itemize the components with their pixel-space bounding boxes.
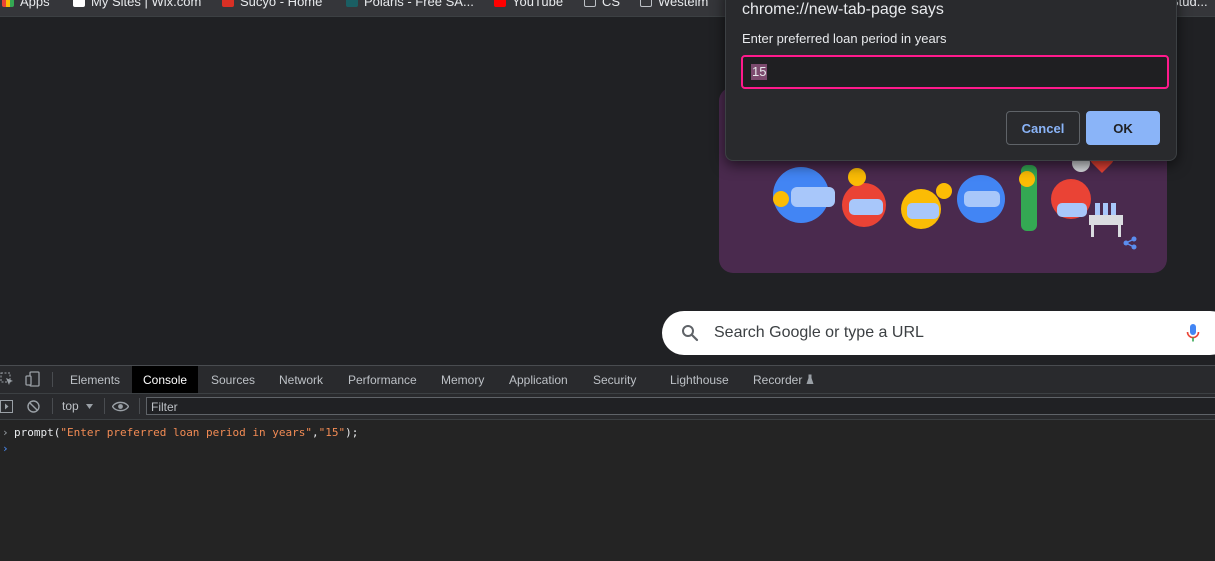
- bookmark-wix[interactable]: My Sites | Wix.com: [73, 0, 201, 9]
- code-token: );: [345, 426, 359, 439]
- code-string: "Enter preferred loan period in years": [60, 426, 313, 439]
- tab-sources[interactable]: Sources: [200, 366, 266, 393]
- bookmark-cs[interactable]: CS: [584, 0, 620, 9]
- toolbar-divider: [139, 398, 140, 414]
- tab-console[interactable]: Console: [132, 366, 199, 393]
- context-label: top: [62, 399, 79, 413]
- search-input[interactable]: Search Google or type a URL: [714, 324, 924, 342]
- chevron-right-icon: ›: [2, 426, 9, 439]
- bookmark-polaris[interactable]: Polaris - Free SA...: [346, 0, 474, 9]
- bookmark-label: Westelm: [658, 0, 709, 9]
- dialog-message: Enter preferred loan period in years: [742, 31, 947, 46]
- console-output: › prompt("Enter preferred loan period in…: [0, 420, 1215, 561]
- tab-recorder[interactable]: Recorder: [742, 366, 825, 393]
- toolbar-divider: [52, 372, 53, 387]
- console-prompt-icon[interactable]: ›: [2, 442, 9, 455]
- input-value: 15: [751, 64, 768, 80]
- tab-performance[interactable]: Performance: [337, 366, 428, 393]
- tab-network[interactable]: Network: [268, 366, 334, 393]
- devtools-tab-bar: Elements Console Sources Network Perform…: [0, 366, 1215, 394]
- code-token: ,: [312, 426, 319, 439]
- code-string: "15": [318, 426, 346, 439]
- devtools-panel: Elements Console Sources Network Perform…: [0, 365, 1215, 561]
- eye-icon[interactable]: [112, 401, 129, 412]
- apps-grid-icon: [2, 0, 14, 7]
- tab-security[interactable]: Security: [582, 366, 647, 393]
- dialog-title: chrome://new-tab-page says: [742, 1, 944, 18]
- toolbar-divider: [104, 398, 105, 414]
- bookmark-westelm[interactable]: Westelm: [640, 0, 708, 9]
- code-token: prompt(: [14, 426, 61, 439]
- toolbar-divider: [52, 398, 53, 414]
- bookmark-label: Apps: [20, 0, 50, 9]
- bookmark-sucyo[interactable]: Sucyo - Home: [222, 0, 322, 9]
- filter-placeholder: Filter: [151, 400, 178, 414]
- chevron-down-icon: [85, 403, 93, 409]
- sucyo-icon: [222, 0, 234, 7]
- bookmark-label: Polaris - Free SA...: [364, 0, 474, 9]
- bookmark-label: Sucyo - Home: [240, 0, 323, 9]
- experiment-flask-icon: [806, 374, 814, 384]
- folder-icon: [640, 0, 652, 7]
- wix-icon: [73, 0, 85, 7]
- cancel-button[interactable]: Cancel: [1006, 111, 1080, 145]
- youtube-icon: [494, 0, 506, 7]
- share-icon[interactable]: [1123, 236, 1137, 250]
- tab-lighthouse[interactable]: Lighthouse: [659, 366, 740, 393]
- folder-icon: [584, 0, 596, 7]
- filter-input[interactable]: Filter: [146, 397, 1215, 415]
- bookmark-label: CS: [602, 0, 621, 9]
- bookmark-youtube[interactable]: YouTube: [494, 0, 563, 9]
- device-toolbar-icon[interactable]: [25, 371, 41, 387]
- clear-console-icon[interactable]: [27, 400, 40, 413]
- tab-elements[interactable]: Elements: [59, 366, 131, 393]
- search-box[interactable]: Search Google or type a URL: [662, 311, 1215, 355]
- console-toolbar: top Filter: [0, 394, 1215, 420]
- microphone-icon[interactable]: [1186, 323, 1200, 343]
- tab-application[interactable]: Application: [498, 366, 579, 393]
- loan-period-input[interactable]: 15: [741, 55, 1169, 89]
- inspect-element-icon[interactable]: [0, 372, 14, 386]
- prompt-dialog: chrome://new-tab-page says Enter preferr…: [725, 0, 1177, 161]
- bookmark-label: My Sites | Wix.com: [91, 0, 202, 9]
- polaris-icon: [346, 0, 358, 7]
- console-command-line: prompt("Enter preferred loan period in y…: [14, 426, 358, 439]
- search-icon: [682, 325, 699, 342]
- ok-button[interactable]: OK: [1086, 111, 1160, 145]
- tab-memory[interactable]: Memory: [430, 366, 495, 393]
- sidebar-toggle-icon[interactable]: [0, 400, 13, 413]
- bookmark-apps[interactable]: Apps: [2, 0, 50, 9]
- tab-label: Recorder: [753, 372, 803, 387]
- bookmark-label: YouTube: [512, 0, 564, 9]
- context-selector[interactable]: top: [62, 399, 93, 413]
